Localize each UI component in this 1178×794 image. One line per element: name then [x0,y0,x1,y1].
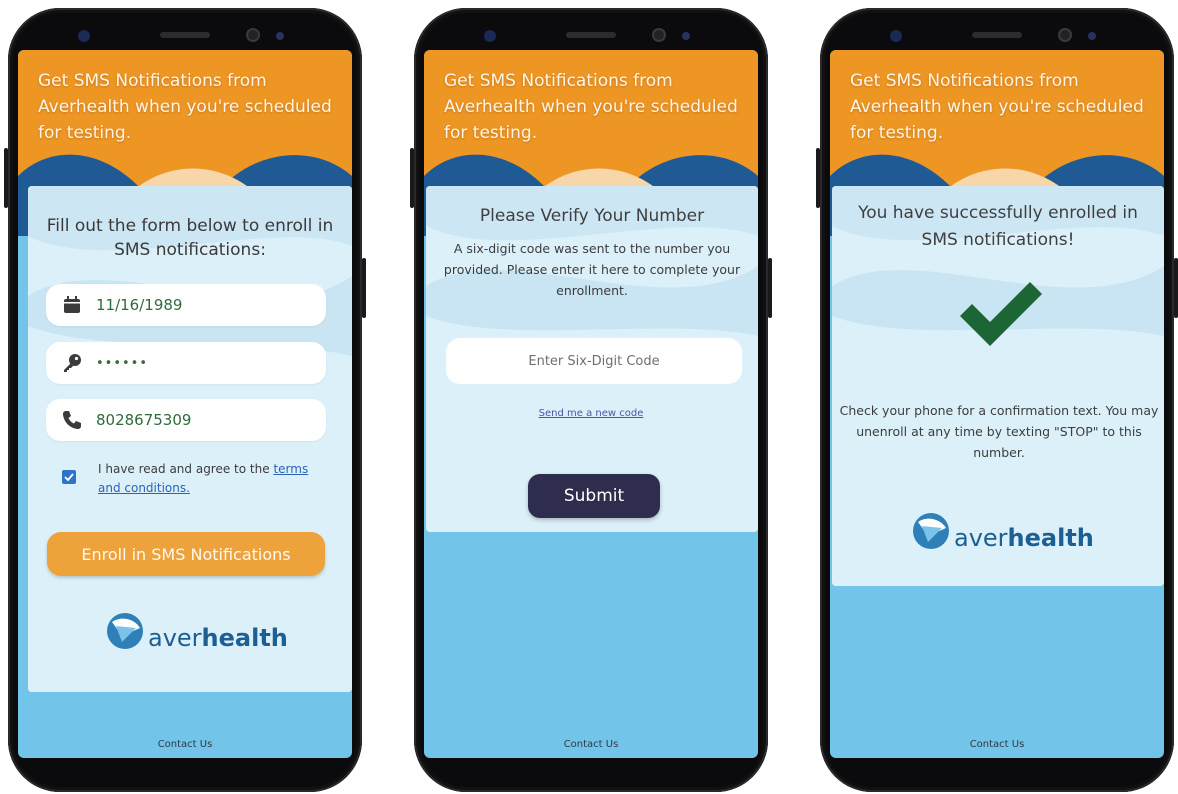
contact-us-link[interactable]: Contact Us [830,739,1164,750]
terms-text: I have read and agree to the terms and c… [98,460,332,498]
header-text: Get SMS Notifications from Averhealth wh… [444,71,738,143]
sensor [78,30,90,42]
pin-field[interactable]: •••••• [46,342,326,384]
sensor [890,30,902,42]
form-title: Fill out the form below to enroll in SMS… [46,216,334,260]
phone-field[interactable]: 8028675309 [46,399,326,441]
success-title: You have successfully enrolled in SMS no… [858,203,1138,250]
averhealth-logo: averhealth [912,512,1094,550]
screen-verify: Get SMS Notifications from Averhealth wh… [424,50,758,758]
agree-text: I have read and agree to the [98,462,274,476]
enroll-button[interactable]: Enroll in SMS Notifications [47,532,325,576]
front-camera [652,28,666,42]
header-text: Get SMS Notifications from Averhealth wh… [850,71,1144,143]
front-camera [1058,28,1072,42]
phone-frame-verify: Get SMS Notifications from Averhealth wh… [410,8,772,792]
pin-value: •••••• [96,355,149,371]
sensor [1088,32,1096,40]
dob-value: 11/16/1989 [96,296,183,314]
terms-row: I have read and agree to the terms and c… [62,460,332,498]
logo-mark-icon [107,613,143,649]
checkmark-small-icon [64,473,74,482]
speaker-grille [566,32,616,38]
verify-description: A six-digit code was sent to the number … [443,241,741,298]
averhealth-logo: averhealth [106,612,288,650]
enroll-form-card: Fill out the form below to enroll in SMS… [28,186,352,692]
terms-checkbox[interactable] [62,470,76,484]
screen-enroll: Get SMS Notifications from Averhealth wh… [18,50,352,758]
phone-value: 8028675309 [96,411,192,429]
checkmark-icon [960,282,1042,346]
contact-us-link[interactable]: Contact Us [18,739,352,750]
verify-title: Please Verify Your Number [479,206,705,226]
submit-button[interactable]: Submit [528,474,660,518]
speaker-grille [160,32,210,38]
phone-frame-enroll: Get SMS Notifications from Averhealth wh… [4,8,366,792]
sensor [484,30,496,42]
logo-text: averhealth [954,524,1094,552]
screen-success: Get SMS Notifications from Averhealth wh… [830,50,1164,758]
speaker-grille [972,32,1022,38]
logo-mark-icon [913,513,949,549]
sensor [682,32,690,40]
phone-icon [62,410,82,430]
dob-field[interactable]: 11/16/1989 [46,284,326,326]
success-description: Check your phone for a confirmation text… [839,403,1159,460]
logo-text: averhealth [148,624,288,652]
front-camera [246,28,260,42]
success-card: You have successfully enrolled in SMS no… [832,186,1164,586]
code-input[interactable] [446,338,742,384]
header-text: Get SMS Notifications from Averhealth wh… [38,71,332,143]
phone-frame-success: Get SMS Notifications from Averhealth wh… [816,8,1178,792]
calendar-icon [62,295,82,315]
key-icon [62,353,82,373]
sensor [276,32,284,40]
resend-code-link[interactable]: Send me a new code [424,408,758,419]
contact-us-link[interactable]: Contact Us [424,739,758,750]
